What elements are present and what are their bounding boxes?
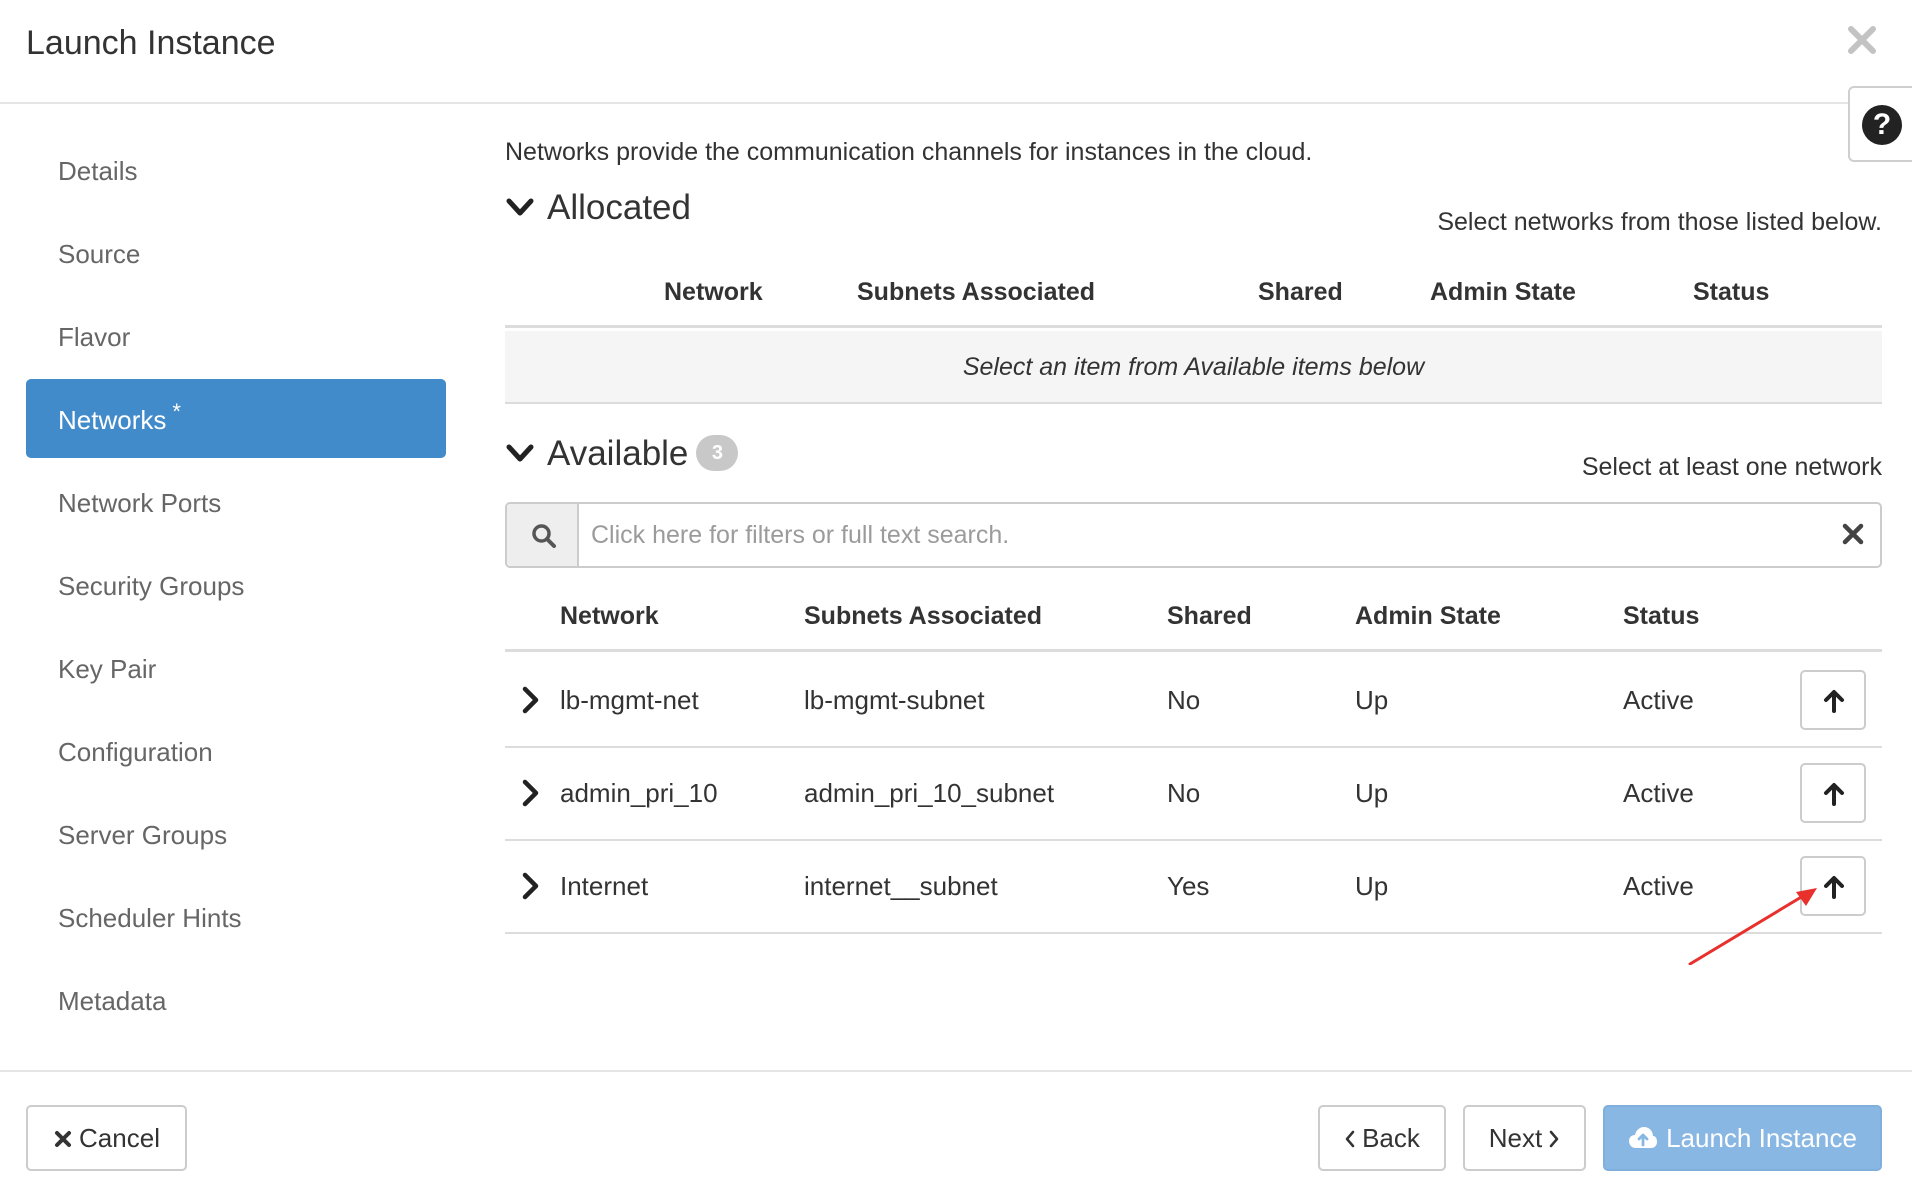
allocate-button[interactable] (1800, 763, 1866, 823)
clear-search-icon[interactable] (1840, 521, 1866, 547)
column-network: Network (560, 602, 659, 630)
nav-item-flavor[interactable]: Flavor (26, 296, 446, 375)
available-title: Available (547, 434, 689, 473)
cell-shared: Yes (1167, 871, 1210, 901)
allocated-title: Allocated (547, 188, 691, 227)
column-admin-state: Admin State (1430, 278, 1576, 306)
nav-item-label: Source (58, 239, 141, 269)
nav-item-security-groups[interactable]: Security Groups (26, 545, 446, 624)
column-subnets: Subnets Associated (857, 278, 1096, 306)
chevron-right-icon[interactable] (519, 778, 543, 808)
chevron-down-icon (506, 198, 534, 216)
search-input[interactable] (591, 504, 1811, 566)
step-description: Networks provide the communication chann… (505, 138, 1313, 166)
nav-item-label: Security Groups (58, 571, 245, 601)
dialog-header: Launch Instance (0, 0, 1912, 104)
chevron-down-icon (506, 444, 534, 462)
annotation-arrow-icon (1688, 888, 1817, 965)
column-shared: Shared (1258, 278, 1343, 306)
nav-item-label: Flavor (58, 322, 131, 352)
allocate-button[interactable] (1800, 670, 1866, 730)
allocated-table-header: Network Subnets Associated Shared Admin … (505, 262, 1882, 328)
table-row: admin_pri_10 admin_pri_10_subnet No Up A… (505, 748, 1882, 841)
question-circle-icon: ? (1862, 105, 1902, 145)
column-status: Status (1623, 602, 1700, 630)
chevron-left-icon (1345, 1130, 1355, 1148)
available-hint: Select at least one network (1581, 453, 1882, 481)
close-icon (1848, 26, 1876, 54)
nav-item-label: Details (58, 156, 138, 186)
nav-item-source[interactable]: Source (26, 213, 446, 292)
nav-item-network-ports[interactable]: Network Ports (26, 462, 446, 541)
cell-status: Active (1623, 685, 1694, 715)
nav-item-details[interactable]: Details (26, 130, 446, 209)
search-bar (505, 502, 1882, 568)
nav-item-networks[interactable]: Networks * (26, 379, 446, 458)
chevron-right-icon[interactable] (519, 685, 543, 715)
chevron-right-icon (1549, 1130, 1559, 1148)
launch-instance-button[interactable]: Launch Instance (1603, 1105, 1882, 1171)
cell-subnets: internet__subnet (804, 871, 998, 901)
column-admin-state: Admin State (1355, 602, 1501, 630)
allocated-empty-message: Select an item from Available items belo… (505, 331, 1882, 404)
column-subnets: Subnets Associated (804, 602, 1043, 630)
next-label: Next (1488, 1123, 1543, 1153)
nav-item-label: Networks (58, 405, 167, 435)
search-addon (507, 504, 579, 566)
arrow-up-icon (1824, 690, 1844, 713)
nav-item-label: Server Groups (58, 820, 228, 850)
help-button[interactable]: ? (1848, 86, 1912, 162)
nav-item-label: Network Ports (58, 488, 222, 518)
available-count-badge: 3 (696, 434, 739, 471)
table-row: Internet internet__subnet Yes Up Active (505, 841, 1882, 934)
dialog-footer: Cancel Back Next Launch Instance (0, 1070, 1912, 1194)
wizard-nav: Details Source Flavor Networks * Network … (26, 130, 446, 1043)
table-row: lb-mgmt-net lb-mgmt-subnet No Up Active (505, 655, 1882, 748)
cell-status: Active (1623, 778, 1694, 808)
column-shared: Shared (1167, 602, 1252, 630)
nav-item-metadata[interactable]: Metadata (26, 960, 446, 1039)
dialog-title: Launch Instance (26, 24, 276, 62)
cell-shared: No (1167, 778, 1201, 808)
cell-network: admin_pri_10 (560, 778, 718, 808)
nav-item-scheduler-hints[interactable]: Scheduler Hints (26, 877, 446, 956)
cell-admin-state: Up (1355, 871, 1389, 901)
column-status: Status (1693, 278, 1770, 306)
nav-item-configuration[interactable]: Configuration (26, 711, 446, 790)
allocated-hint: Select networks from those listed below. (1437, 208, 1882, 236)
back-label: Back (1362, 1123, 1420, 1153)
allocated-toggle[interactable]: Allocated (505, 188, 691, 228)
back-button[interactable]: Back (1318, 1105, 1446, 1171)
search-icon (532, 524, 556, 548)
column-network: Network (664, 278, 763, 306)
cell-shared: No (1167, 685, 1201, 715)
nav-item-key-pair[interactable]: Key Pair (26, 628, 446, 707)
close-button[interactable] (1844, 22, 1880, 58)
available-toggle[interactable]: Available 3 (505, 434, 739, 474)
required-marker: * (172, 399, 181, 424)
arrow-up-icon (1824, 783, 1844, 806)
cell-admin-state: Up (1355, 778, 1389, 808)
cell-subnets: lb-mgmt-subnet (804, 685, 985, 715)
nav-item-label: Metadata (58, 986, 167, 1016)
chevron-right-icon[interactable] (519, 871, 543, 901)
cell-network: lb-mgmt-net (560, 685, 699, 715)
close-icon (55, 1131, 72, 1147)
cancel-label: Cancel (79, 1123, 160, 1153)
cell-network: Internet (560, 871, 649, 901)
cell-subnets: admin_pri_10_subnet (804, 778, 1055, 808)
launch-label: Launch Instance (1666, 1123, 1857, 1153)
nav-item-label: Key Pair (58, 654, 157, 684)
next-button[interactable]: Next (1463, 1105, 1586, 1171)
nav-item-label: Configuration (58, 737, 213, 767)
nav-item-label: Scheduler Hints (58, 903, 242, 933)
cancel-button[interactable]: Cancel (26, 1105, 187, 1171)
cell-admin-state: Up (1355, 685, 1389, 715)
cloud-upload-icon (1629, 1127, 1658, 1148)
nav-item-server-groups[interactable]: Server Groups (26, 794, 446, 873)
available-table-header: Network Subnets Associated Shared Admin … (505, 586, 1882, 652)
